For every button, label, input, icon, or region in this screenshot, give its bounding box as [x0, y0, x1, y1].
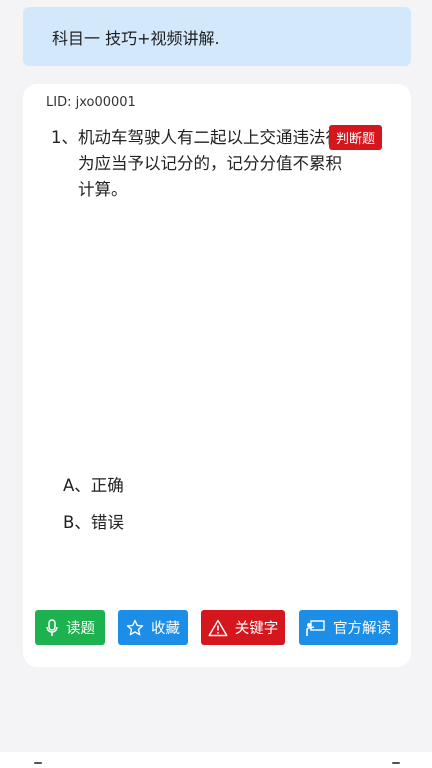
option-b[interactable]: B、错误	[63, 509, 124, 533]
read-question-label: 读题	[66, 621, 95, 637]
nav-back-indicator[interactable]	[34, 762, 42, 764]
warning-triangle-icon	[208, 619, 228, 636]
nav-recents-indicator[interactable]	[392, 762, 400, 764]
presentation-icon	[306, 619, 325, 636]
banner-text: 科目一 技巧+视频讲解.	[52, 28, 220, 48]
keyword-button[interactable]: 关键字	[201, 610, 285, 645]
question-text: 机动车驾驶人有二起以上交通违法行为应当予以记分的，记分分值不累积计算。	[78, 128, 342, 199]
question-lid: LID: jxo00001	[46, 95, 136, 110]
favorite-label: 收藏	[151, 621, 180, 637]
keyword-label: 关键字	[234, 621, 279, 637]
read-question-button[interactable]: 读题	[35, 610, 105, 645]
question-number: 1、	[51, 128, 78, 147]
question-text-block: 1、 机动车驾驶人有二起以上交通违法行为应当予以记分的，记分分值不累积计算。	[51, 125, 351, 203]
official-explanation-label: 官方解读	[333, 621, 391, 637]
star-icon	[126, 619, 144, 635]
microphone-icon	[46, 618, 58, 636]
option-a[interactable]: A、正确	[63, 472, 124, 496]
question-card: LID: jxo00001 1、 机动车驾驶人有二起以上交通违法行为应当予以记分…	[23, 84, 411, 667]
navigation-bar	[0, 752, 432, 768]
official-explanation-button[interactable]: 官方解读	[299, 610, 398, 645]
favorite-button[interactable]: 收藏	[118, 610, 188, 645]
question-type-badge: 判断题	[329, 125, 382, 150]
subject-banner[interactable]: 科目一 技巧+视频讲解.	[23, 7, 411, 66]
action-bar: 读题 收藏 关键字 官方解读	[23, 610, 411, 645]
